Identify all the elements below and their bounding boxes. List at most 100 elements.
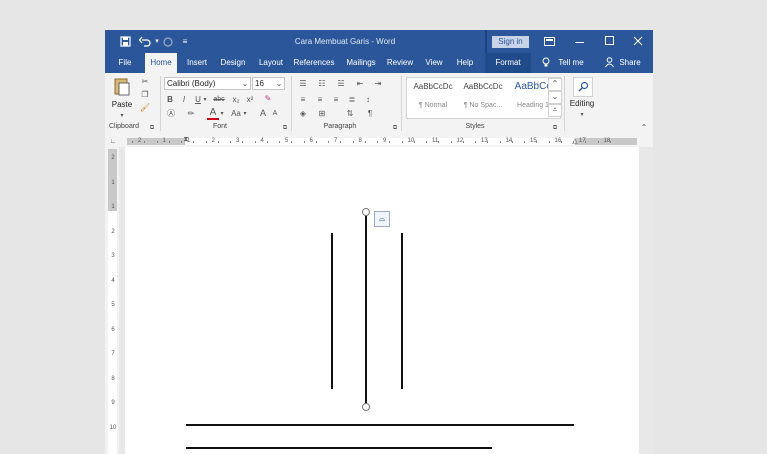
ruler-tick <box>499 141 501 143</box>
tab-file[interactable]: File <box>111 53 139 73</box>
paragraph-launcher-icon[interactable]: ⧉ <box>391 123 399 133</box>
tab-help[interactable]: Help <box>451 53 479 73</box>
borders-icon[interactable]: ⊞ <box>315 109 329 119</box>
grow-font-button[interactable]: A <box>258 108 268 118</box>
redo-icon[interactable] <box>161 30 175 53</box>
ruler-tick <box>377 141 378 143</box>
editing-dropdown-icon[interactable]: ▾ <box>578 110 586 120</box>
find-search-icon[interactable] <box>573 77 593 97</box>
text-effects-icon[interactable]: Ⓐ <box>165 109 177 119</box>
highlight-icon[interactable]: ✏ <box>185 109 197 119</box>
multilevel-list-icon[interactable]: ☱ <box>334 79 348 89</box>
decrease-indent-icon[interactable]: ⇤ <box>353 79 367 89</box>
strikethrough-button[interactable]: abc <box>211 95 227 105</box>
collapse-ribbon-icon[interactable]: ⌃ <box>639 123 649 133</box>
customize-icon[interactable]: ≡ <box>179 30 191 53</box>
copy-icon[interactable]: ❐ <box>139 90 151 100</box>
style-normal-name[interactable]: ¶ Normal <box>408 102 458 109</box>
tab-layout[interactable]: Layout <box>253 53 289 73</box>
document-page[interactable]: ⌓ <box>125 147 639 454</box>
tab-review[interactable]: Review <box>383 53 417 73</box>
font-color-dropdown-icon[interactable]: ▾ <box>219 109 225 119</box>
line-spacing-icon[interactable]: ↕ <box>361 95 375 105</box>
style-normal-preview[interactable]: AaBbCcDc <box>408 82 458 91</box>
sort-icon[interactable]: ⇅ <box>343 109 357 119</box>
ribbon: Paste ▾ ✂ ❐ 🖌 Clipboard ⧉ Calibri (Body)… <box>105 73 653 136</box>
vertical-line-shape[interactable] <box>401 233 403 389</box>
tell-me-search[interactable]: Tell me <box>555 53 587 73</box>
undo-dropdown-icon[interactable]: ▾ <box>153 30 161 53</box>
ruler-tick <box>585 141 587 143</box>
change-case-button[interactable]: Aa <box>230 109 242 119</box>
justify-icon[interactable]: ≣ <box>345 95 359 105</box>
styles-scroll-down-icon[interactable]: ⌄ <box>548 91 562 104</box>
clear-formatting-icon[interactable]: ✎ <box>261 94 275 104</box>
ruler-number: 5 <box>285 138 289 144</box>
vertical-ruler-number: 9 <box>111 400 115 406</box>
font-name-field[interactable]: Calibri (Body) <box>164 77 251 90</box>
align-right-icon[interactable]: ≡ <box>329 95 343 105</box>
vertical-ruler-number: 3 <box>111 253 115 259</box>
sign-in-button[interactable]: Sign in <box>492 36 529 48</box>
line-start-handle[interactable] <box>362 208 370 216</box>
ruler-number: 1 <box>162 138 166 144</box>
share-user-icon[interactable] <box>603 53 615 73</box>
shading-icon[interactable]: ◈ <box>296 109 310 119</box>
paste-button[interactable]: Paste <box>108 100 136 110</box>
share-button[interactable]: Share <box>617 53 643 73</box>
bullets-icon[interactable]: ☰ <box>296 79 310 89</box>
vertical-line-shape[interactable] <box>331 233 333 389</box>
align-center-icon[interactable]: ≡ <box>313 95 327 105</box>
change-case-dropdown-icon[interactable]: ▾ <box>242 109 248 119</box>
separator <box>160 76 161 131</box>
horizontal-line-shape[interactable] <box>186 447 492 449</box>
word-window: ▾ ≡ Cara Membuat Garis - Word Sign in Fi… <box>105 30 653 454</box>
show-formatting-icon[interactable]: ¶ <box>363 109 377 119</box>
increase-indent-icon[interactable]: ⇥ <box>371 79 385 89</box>
tab-format[interactable]: Format <box>485 53 531 73</box>
font-size-dropdown-icon[interactable]: ⌄ <box>274 79 284 89</box>
ruler-tick <box>217 141 219 143</box>
clipboard-launcher-icon[interactable]: ⧉ <box>148 123 156 133</box>
font-launcher-icon[interactable]: ⧉ <box>281 123 289 133</box>
underline-dropdown-icon[interactable]: ▾ <box>202 95 208 105</box>
font-name-dropdown-icon[interactable]: ⌄ <box>240 79 250 89</box>
layout-options-icon[interactable]: ⌓ <box>374 211 390 227</box>
ribbon-display-icon[interactable] <box>539 30 559 53</box>
tab-mailings[interactable]: Mailings <box>341 53 381 73</box>
tab-home[interactable]: Home <box>145 53 177 73</box>
tab-design[interactable]: Design <box>215 53 251 73</box>
style-nospacing-preview[interactable]: AaBbCcDc <box>458 82 508 91</box>
tab-insert[interactable]: Insert <box>181 53 213 73</box>
styles-launcher-icon[interactable]: ⧉ <box>551 123 559 133</box>
styles-scroll-up-icon[interactable]: ⌃ <box>548 78 562 91</box>
numbering-icon[interactable]: ☷ <box>315 79 329 89</box>
paste-icon[interactable] <box>111 77 133 99</box>
italic-button[interactable]: I <box>179 95 189 105</box>
lightbulb-icon[interactable] <box>539 53 553 73</box>
paste-dropdown-icon[interactable]: ▾ <box>118 111 126 121</box>
style-nospacing-name[interactable]: ¶ No Spac... <box>458 102 508 109</box>
horizontal-ruler: ∟ ⧗ △ 2 1 1 2 3 4 5 6 7 8 9 10 11 12 13 14 15 16 17 18 <box>105 135 653 147</box>
bold-button[interactable]: B <box>165 95 175 105</box>
tab-selector-icon[interactable]: ∟ <box>109 137 117 147</box>
close-icon[interactable] <box>623 30 653 53</box>
superscript-button[interactable]: x² <box>244 95 256 105</box>
subscript-button[interactable]: x₂ <box>230 95 242 105</box>
styles-more-icon[interactable]: ⩡ <box>548 104 562 117</box>
horizontal-line-shape[interactable] <box>186 424 574 426</box>
maximize-icon[interactable] <box>595 30 625 53</box>
tab-references[interactable]: References <box>291 53 337 73</box>
shrink-font-button[interactable]: A <box>270 109 280 119</box>
font-color-button[interactable]: A <box>207 108 219 120</box>
minimize-icon[interactable] <box>565 30 595 53</box>
selected-vertical-line-shape[interactable] <box>365 214 367 407</box>
line-end-handle[interactable] <box>362 403 370 411</box>
undo-icon[interactable] <box>137 30 153 53</box>
editing-button[interactable]: Editing <box>567 99 597 109</box>
tab-view[interactable]: View <box>419 53 449 73</box>
align-left-icon[interactable]: ≡ <box>296 95 310 105</box>
save-icon[interactable] <box>117 30 133 53</box>
format-painter-icon[interactable]: 🖌 <box>139 103 151 113</box>
cut-icon[interactable]: ✂ <box>139 77 151 87</box>
